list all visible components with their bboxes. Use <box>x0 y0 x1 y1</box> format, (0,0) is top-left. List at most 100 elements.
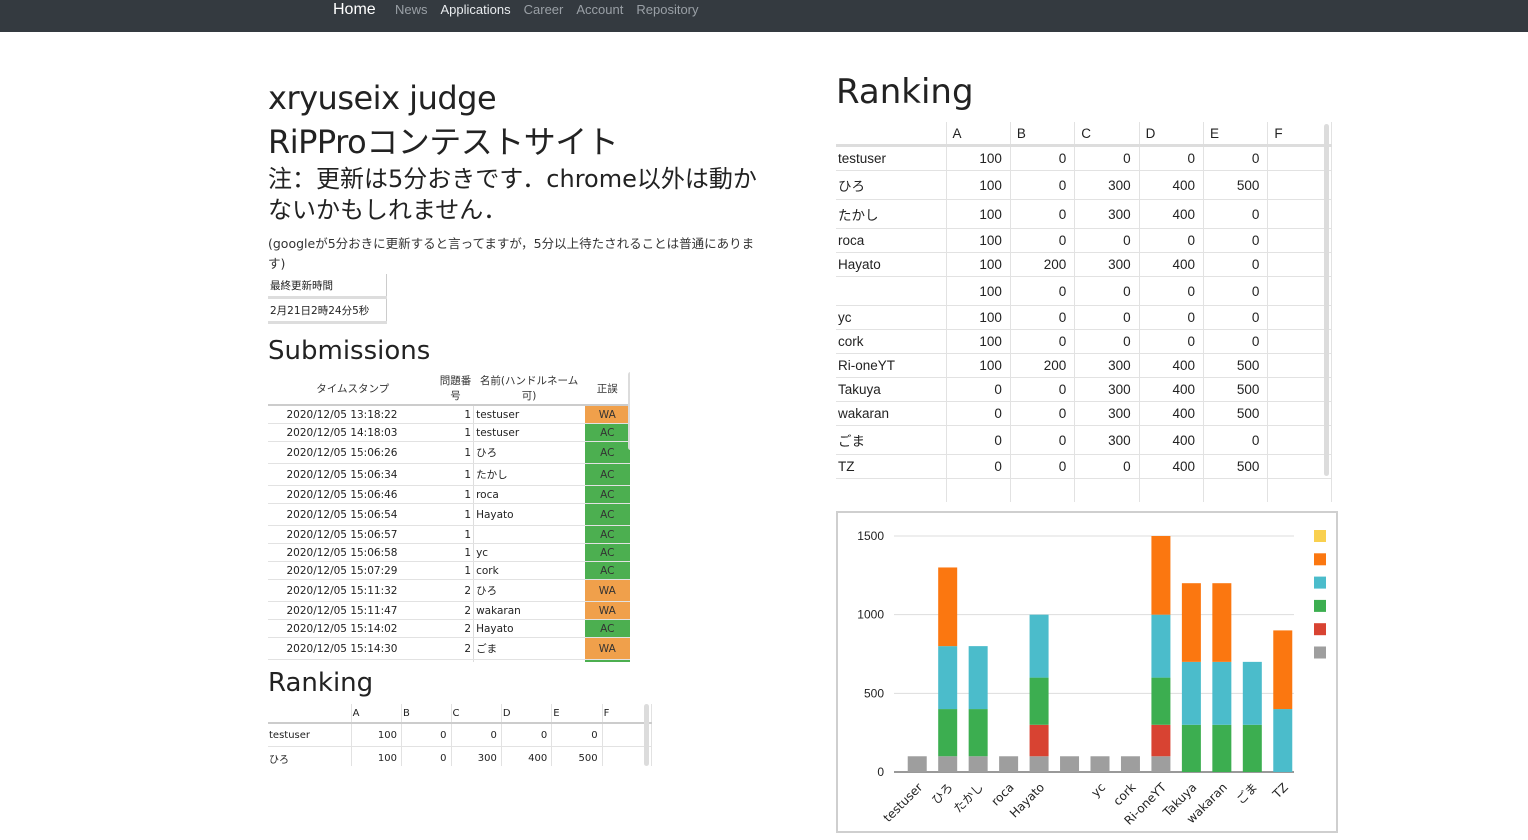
bar-segment <box>1029 614 1049 678</box>
bar-segment <box>1212 583 1232 662</box>
submission-problem: 2 <box>437 659 475 662</box>
bar-segment <box>1151 677 1171 725</box>
bar-segment <box>1029 677 1049 725</box>
top-navbar: Home News Applications Career Account Re… <box>0 0 1528 32</box>
last-update-label: 最終更新時間 <box>268 274 387 299</box>
submission-result: WA <box>584 601 630 620</box>
ranking-score: 500 <box>1203 377 1269 402</box>
ranking-score: 0 <box>1010 329 1076 354</box>
ranking-name: ごま <box>836 425 947 455</box>
right-column: Ranking ABCDEF testuser 100 0 0 0 0 ひろ 100 0 300 4… <box>836 70 1332 502</box>
submission-name: Hayato <box>473 503 585 526</box>
legend-swatch <box>1314 623 1326 636</box>
submission-name: wakaran <box>473 601 585 620</box>
bar-segment <box>938 567 958 647</box>
submissions-table: タイムスタンプ 問題番号 名前(ハンドルネーム可) 正誤 2020/12/05 … <box>268 372 630 662</box>
ranking-score-f <box>1267 353 1332 378</box>
bar-segment <box>968 756 988 772</box>
ranking-score-f <box>1267 305 1332 330</box>
mini-ranking-col-header <box>268 704 352 724</box>
ranking-score: 500 <box>1203 454 1269 479</box>
ranking-score: 100 <box>946 353 1011 378</box>
ranking-col-header: F <box>1267 122 1332 147</box>
submissions-sheet[interactable]: タイムスタンプ 問題番号 名前(ハンドルネーム可) 正誤 2020/12/05 … <box>268 372 630 662</box>
mini-ranking-col-header: C <box>451 704 502 724</box>
ranking-score: 400 <box>1139 252 1205 277</box>
nav-link-account[interactable]: Account <box>576 1 623 19</box>
ranking-score-f <box>1267 329 1332 354</box>
ranking-name: roca <box>836 228 947 253</box>
bar-segment <box>938 756 958 772</box>
notice-line-2: ないかもしれません． <box>268 196 508 224</box>
ranking-score: 400 <box>1139 454 1205 479</box>
ranking-row: cork 100 0 0 0 0 <box>836 329 1332 354</box>
ranking-empty-cell <box>1074 478 1140 502</box>
nav-home-link[interactable]: Home <box>333 0 376 20</box>
submission-result: AC <box>584 503 630 526</box>
ranking-score: 400 <box>1139 377 1205 402</box>
ranking-score: 0 <box>1139 145 1205 171</box>
ranking-score: 0 <box>1074 228 1140 253</box>
mini-ranking-scrollbar[interactable] <box>644 704 649 766</box>
submission-result: AC <box>584 463 630 486</box>
bar-segment <box>907 756 927 772</box>
ranking-row: yc 100 0 0 0 0 <box>836 305 1332 330</box>
nav-link-applications[interactable]: Applications <box>441 1 511 19</box>
ranking-score: 0 <box>1203 228 1269 253</box>
submission-problem: 1 <box>437 441 475 464</box>
nav-link-career[interactable]: Career <box>524 1 564 19</box>
submissions-scrollbar[interactable] <box>628 372 630 450</box>
mini-ranking-sheet[interactable]: ABCDEF testuser 100 0 0 0 0 ひろ 100 0 300 400 500 <box>268 704 652 766</box>
submissions-body: 2020/12/05 13:18:22 1 testuser WA 2020/12/05… <box>268 405 630 662</box>
submission-result: AC <box>584 619 630 638</box>
ranking-row: Takuya 0 0 300 400 500 <box>836 377 1332 402</box>
submission-timestamp: 2020/12/05 15:06:46 <box>268 485 438 504</box>
ranking-score: 0 <box>1010 377 1076 402</box>
ranking-empty-cell <box>1203 478 1269 502</box>
bar-segment <box>1273 709 1293 772</box>
submission-row: 2020/12/05 15:11:32 2 ひろ WA <box>268 579 630 602</box>
submission-row: 2020/12/05 14:18:03 1 testuser AC <box>268 423 630 442</box>
nav-links: News Applications Career Account Reposit… <box>395 1 712 19</box>
col-result: 正誤 <box>584 372 630 406</box>
ranking-score: 0 <box>1074 145 1140 171</box>
submission-name: cork <box>473 561 585 580</box>
submission-name: roca <box>473 485 585 504</box>
submission-result: AC <box>584 441 630 464</box>
bar-segment <box>1212 661 1232 725</box>
submission-name: testuser <box>473 405 585 424</box>
bar-segment <box>1151 536 1171 615</box>
submission-row: 2020/12/05 15:14:362Ri-oneYTAC <box>268 659 630 662</box>
bar-segment <box>1029 756 1049 772</box>
x-tick-label: たかし <box>951 780 986 815</box>
ranking-score: 400 <box>1139 170 1205 200</box>
left-column: xryuseix judge RiPProコンテストサイト 注：更新は5分おきで… <box>268 76 788 766</box>
nav-link-repository[interactable]: Repository <box>636 1 698 19</box>
y-tick-label: 1500 <box>857 529 884 543</box>
ranking-score: 0 <box>1074 329 1140 354</box>
bar-segment <box>1212 724 1232 772</box>
submission-timestamp: 2020/12/05 15:07:29 <box>268 561 438 580</box>
ranking-score: 300 <box>1074 377 1140 402</box>
ranking-score: 0 <box>1010 276 1076 306</box>
ranking-name: たかし <box>836 199 947 229</box>
mini-ranking-score: 0 <box>451 723 502 747</box>
legend-swatch <box>1314 576 1326 589</box>
ranking-sheet[interactable]: ABCDEF testuser 100 0 0 0 0 ひろ 100 0 300 400 500 たかし… <box>836 122 1332 502</box>
submission-timestamp: 2020/12/05 15:11:32 <box>268 579 438 602</box>
ranking-score: 0 <box>1010 305 1076 330</box>
mini-ranking-row: testuser 100 0 0 0 0 <box>268 723 652 747</box>
ranking-score: 0 <box>1203 276 1269 306</box>
submission-name: ごま <box>473 637 585 660</box>
submission-problem: 1 <box>437 503 475 526</box>
ranking-score: 0 <box>1203 199 1269 229</box>
ranking-scrollbar[interactable] <box>1324 124 1329 476</box>
submission-name: Hayato <box>473 619 585 638</box>
submission-timestamp: 2020/12/05 15:14:36 <box>268 659 438 662</box>
bar-segment <box>1151 756 1171 772</box>
ranking-score-f <box>1267 199 1332 229</box>
submission-name: たかし <box>473 463 585 486</box>
nav-link-news[interactable]: News <box>395 1 428 19</box>
submission-row: 2020/12/05 15:14:02 2 Hayato AC <box>268 619 630 638</box>
mini-ranking-row: ひろ 100 0 300 400 500 <box>268 746 652 766</box>
